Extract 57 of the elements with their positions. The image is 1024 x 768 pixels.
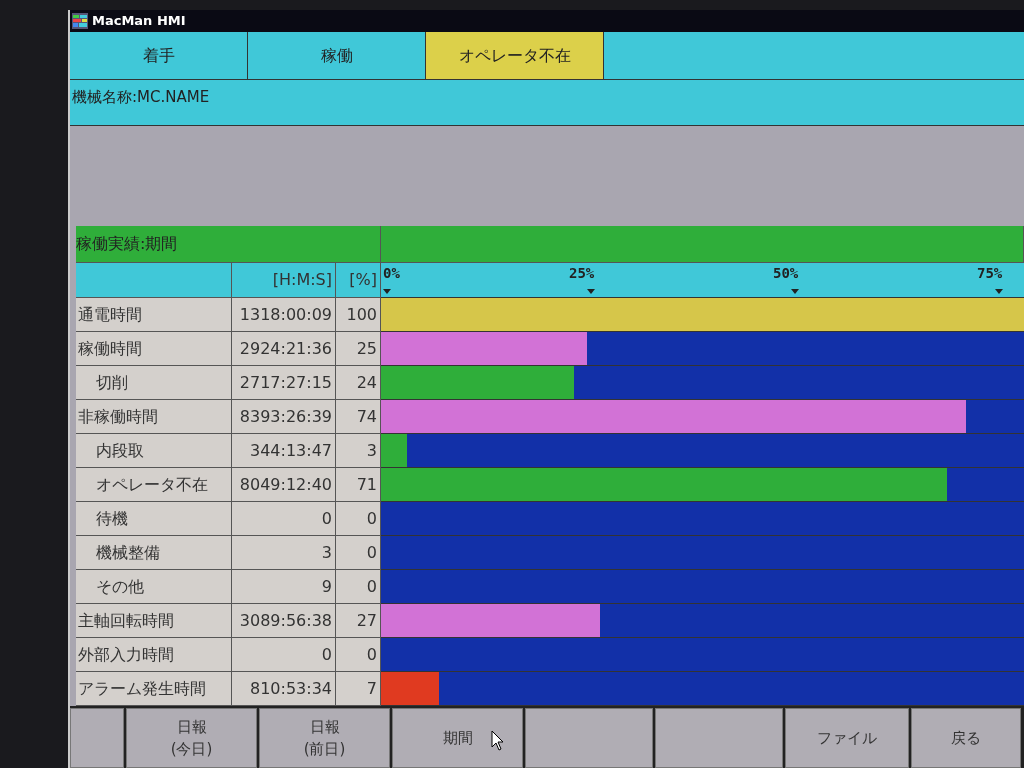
axis-tick-label: 25%: [569, 264, 595, 283]
time-cell: 0: [232, 502, 336, 536]
time-cell: 2924:21:36: [232, 332, 336, 366]
axis-tick-label: 0%: [383, 264, 400, 283]
percent-cell: 74: [336, 400, 381, 434]
function-key-button[interactable]: [525, 708, 653, 768]
percent-cell: 100: [336, 298, 381, 332]
time-cell: 1318:00:09: [232, 298, 336, 332]
axis-tick-label: 75%: [977, 264, 1003, 283]
percent-cell: 71: [336, 468, 381, 502]
mouse-pointer-icon: [491, 730, 505, 752]
window-title: MacMan HMI: [92, 12, 186, 31]
percent-cell: 3: [336, 434, 381, 468]
row-label: 待機: [95, 507, 128, 530]
function-key-button[interactable]: 戻る: [911, 708, 1021, 768]
percent-cell: 0: [336, 638, 381, 672]
row-label: 内段取: [95, 439, 144, 462]
section-title: 稼働実績:期間: [76, 226, 381, 263]
row-label: 機械整備: [95, 541, 160, 564]
percent-cell: 0: [336, 502, 381, 536]
percent-cell: 24: [336, 366, 381, 400]
percent-cell: 0: [336, 570, 381, 604]
function-key-button[interactable]: ファイル: [785, 708, 909, 768]
machine-name-label: 機械名称:MC.NAME: [70, 80, 1024, 126]
status-indicator: オペレータ不在: [426, 32, 604, 79]
column-header: [%]: [336, 263, 381, 298]
column-header: [H:M:S]: [232, 263, 336, 298]
row-label: 通電時間: [77, 303, 142, 326]
time-cell: 344:13:47: [232, 434, 336, 468]
status-indicator: 着手: [70, 32, 248, 79]
row-label: 主軸回転時間: [77, 609, 174, 632]
row-label: オペレータ不在: [95, 473, 208, 496]
app-logo-icon: [72, 13, 88, 29]
time-cell: 2717:27:15: [232, 366, 336, 400]
row-label: 切削: [95, 371, 128, 394]
function-key-button[interactable]: 日報 (今日): [126, 708, 257, 768]
percent-cell: 27: [336, 604, 381, 638]
percent-cell: 0: [336, 536, 381, 570]
time-cell: 8049:12:40: [232, 468, 336, 502]
time-cell: 9: [232, 570, 336, 604]
axis-tick-label: 50%: [773, 264, 799, 283]
percent-cell: 25: [336, 332, 381, 366]
percent-cell: 7: [336, 672, 381, 706]
time-cell: 3089:56:38: [232, 604, 336, 638]
function-key-button[interactable]: [70, 708, 124, 768]
time-cell: 810:53:34: [232, 672, 336, 706]
time-cell: 3: [232, 536, 336, 570]
row-label: 外部入力時間: [77, 643, 174, 666]
function-key-button[interactable]: [655, 708, 783, 768]
row-label: その他: [95, 575, 144, 598]
row-label: 稼働時間: [77, 337, 142, 360]
row-label: 非稼働時間: [77, 405, 158, 428]
row-label: アラーム発生時間: [77, 677, 206, 700]
function-key-button[interactable]: 期間: [392, 708, 523, 768]
time-cell: 8393:26:39: [232, 400, 336, 434]
function-key-button[interactable]: 日報 (前日): [259, 708, 390, 768]
time-cell: 0: [232, 638, 336, 672]
